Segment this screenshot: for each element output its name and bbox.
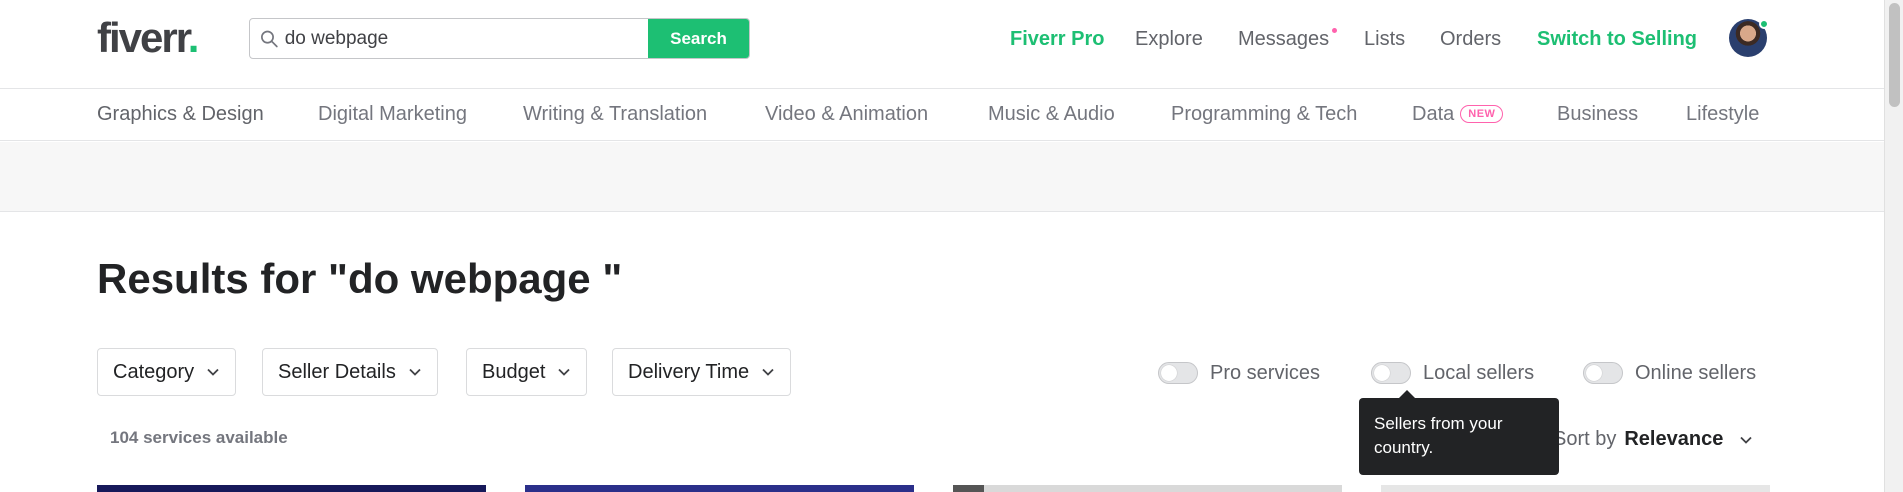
services-count: 104 services available (110, 428, 288, 447)
category-data[interactable]: Data NEW (1412, 103, 1504, 126)
category-graphics-design[interactable]: Graphics & Design (97, 103, 264, 126)
filter-seller-details[interactable]: Seller Details (262, 348, 438, 396)
new-badge: NEW (1460, 105, 1504, 123)
filter-delivery-time-label: Delivery Time (628, 360, 750, 383)
search-button[interactable]: Search (648, 19, 749, 58)
top-header: fiverr. Search Fiverr Pro Explore Messag… (0, 0, 1884, 89)
local-sellers-switch[interactable] (1371, 362, 1411, 384)
chevron-down-icon (762, 368, 774, 376)
category-data-label: Data (1412, 103, 1455, 125)
chevron-down-icon (207, 368, 219, 376)
online-status-icon (1759, 19, 1769, 29)
filter-category[interactable]: Category (97, 348, 237, 396)
category-nav: Graphics & Design Digital Marketing Writ… (0, 89, 1884, 141)
local-sellers-label: Local sellers (1423, 361, 1535, 384)
category-lifestyle[interactable]: Lifestyle (1686, 103, 1759, 126)
sort-dropdown[interactable]: Sort by Relevance (1553, 428, 1753, 451)
results-title: Results for "do webpage " (97, 255, 623, 302)
sort-value: Relevance (1624, 428, 1724, 450)
scrollbar-thumb[interactable] (1889, 3, 1900, 107)
pro-services-label: Pro services (1210, 361, 1321, 384)
gig-card-image[interactable] (525, 485, 914, 492)
category-digital-marketing[interactable]: Digital Marketing (318, 103, 467, 126)
toggle-online-sellers[interactable]: Online sellers (1583, 358, 1756, 388)
user-avatar[interactable] (1729, 19, 1769, 57)
nav-fiverr-pro[interactable]: Fiverr Pro (1010, 24, 1104, 54)
search-input[interactable] (284, 27, 648, 50)
gig-card-image[interactable] (97, 485, 486, 492)
online-sellers-switch[interactable] (1583, 362, 1623, 384)
notification-dot-icon (1332, 27, 1338, 33)
sort-label: Sort by (1553, 428, 1617, 450)
category-video-animation[interactable]: Video & Animation (765, 103, 928, 126)
category-programming-tech[interactable]: Programming & Tech (1171, 103, 1357, 126)
filter-category-label: Category (113, 360, 195, 383)
gig-card-image[interactable] (1381, 485, 1770, 492)
gig-card-image[interactable] (953, 485, 1342, 492)
category-music-audio[interactable]: Music & Audio (988, 103, 1115, 126)
search-bar: Search (249, 18, 750, 59)
chevron-down-icon (558, 368, 571, 376)
category-writing-translation[interactable]: Writing & Translation (523, 103, 707, 126)
nav-messages-label: Messages (1238, 27, 1330, 50)
chevron-down-icon (409, 368, 421, 376)
pro-services-switch[interactable] (1158, 362, 1198, 384)
nav-switch-to-selling[interactable]: Switch to Selling (1537, 24, 1697, 54)
filter-budget[interactable]: Budget (466, 348, 588, 396)
nav-explore[interactable]: Explore (1135, 24, 1203, 54)
online-sellers-label: Online sellers (1635, 361, 1757, 384)
local-sellers-tooltip: Sellers from your country. (1359, 390, 1559, 475)
chevron-down-icon (1740, 436, 1752, 444)
fiverr-logo[interactable]: fiverr. (97, 14, 199, 62)
page-scrollbar[interactable] (1884, 0, 1903, 492)
nav-orders[interactable]: Orders (1440, 24, 1501, 54)
banner-strip (0, 142, 1884, 212)
filter-budget-label: Budget (482, 360, 546, 383)
toggle-pro-services[interactable]: Pro services (1158, 358, 1320, 388)
nav-messages[interactable]: Messages (1238, 24, 1338, 54)
search-icon (261, 30, 278, 47)
filter-delivery-time[interactable]: Delivery Time (612, 348, 792, 396)
search-field (250, 19, 648, 58)
toggle-local-sellers[interactable]: Local sellers (1371, 358, 1534, 388)
filter-seller-details-label: Seller Details (278, 360, 396, 383)
category-business[interactable]: Business (1557, 103, 1638, 126)
nav-lists[interactable]: Lists (1364, 24, 1405, 54)
